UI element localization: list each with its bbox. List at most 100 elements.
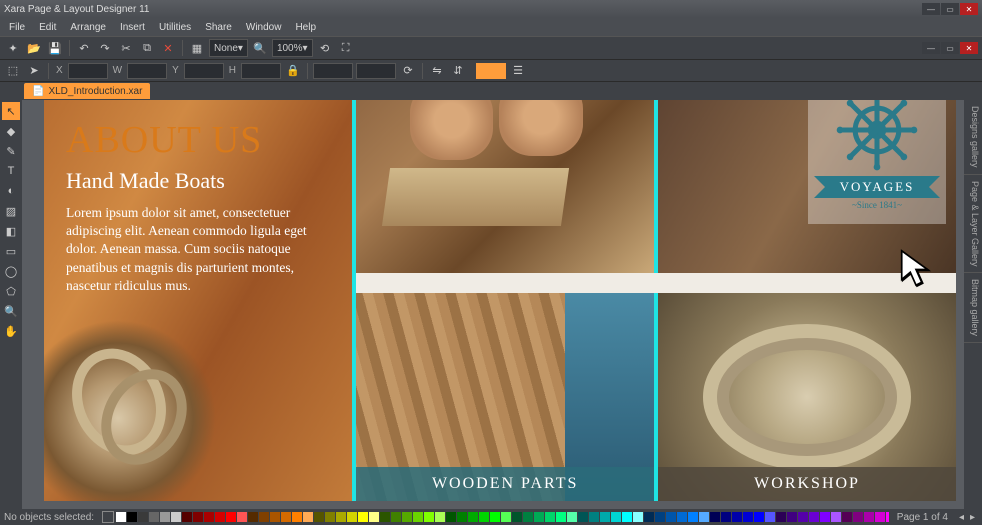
color-swatch[interactable]: [369, 512, 379, 522]
color-swatch[interactable]: [446, 512, 456, 522]
color-swatch[interactable]: [545, 512, 555, 522]
fill-tool[interactable]: ◐: [2, 182, 20, 200]
color-swatch[interactable]: [303, 512, 313, 522]
color-swatch[interactable]: [149, 512, 159, 522]
snap-button[interactable]: ▦: [188, 39, 206, 57]
color-swatch[interactable]: [820, 512, 830, 522]
color-swatch[interactable]: [776, 512, 786, 522]
rectangle-tool[interactable]: ▭: [2, 242, 20, 260]
document-tab[interactable]: 📄 XLD_Introduction.xar: [24, 83, 150, 99]
page-nav-next-icon[interactable]: ▸: [967, 512, 978, 523]
undo-button[interactable]: ↶: [75, 39, 93, 57]
color-swatch[interactable]: [182, 512, 192, 522]
h-input[interactable]: [241, 63, 281, 79]
color-swatch[interactable]: [204, 512, 214, 522]
color-swatch[interactable]: [534, 512, 544, 522]
color-swatch[interactable]: [248, 512, 258, 522]
color-swatch[interactable]: [413, 512, 423, 522]
color-swatch[interactable]: [424, 512, 434, 522]
color-swatch[interactable]: [127, 512, 137, 522]
color-swatch[interactable]: [325, 512, 335, 522]
color-swatch[interactable]: [215, 512, 225, 522]
color-swatch[interactable]: [864, 512, 874, 522]
workshop-image[interactable]: VOYAGES ~Since 1841~: [658, 100, 956, 273]
cut-button[interactable]: ✂: [117, 39, 135, 57]
redo-button[interactable]: ↷: [96, 39, 114, 57]
color-swatch[interactable]: [358, 512, 368, 522]
canvas-area[interactable]: ABOUT US Hand Made Boats Lorem ipsum dol…: [22, 100, 964, 509]
lock-aspect-icon[interactable]: 🔒: [284, 62, 302, 80]
color-swatch[interactable]: [787, 512, 797, 522]
color-swatch[interactable]: [490, 512, 500, 522]
shadow-tool[interactable]: ◧: [2, 222, 20, 240]
color-swatch[interactable]: [336, 512, 346, 522]
pen-tool[interactable]: ✎: [2, 142, 20, 160]
color-swatch[interactable]: [809, 512, 819, 522]
page-layer-gallery-tab[interactable]: Page & Layer Gallery: [964, 175, 982, 274]
about-column[interactable]: ABOUT US Hand Made Boats Lorem ipsum dol…: [44, 100, 352, 501]
color-swatch[interactable]: [457, 512, 467, 522]
color-swatch[interactable]: [391, 512, 401, 522]
color-swatch[interactable]: [116, 512, 126, 522]
zoom-tool[interactable]: 🔍: [2, 302, 20, 320]
selector-tool[interactable]: ↖: [2, 102, 20, 120]
color-swatch[interactable]: [831, 512, 841, 522]
rotate-icon[interactable]: ⟳: [399, 62, 417, 80]
fill-swatch[interactable]: [476, 63, 506, 79]
color-swatch[interactable]: [237, 512, 247, 522]
transparency-tool[interactable]: ▨: [2, 202, 20, 220]
quickshape-tool[interactable]: ⬠: [2, 282, 20, 300]
color-swatch[interactable]: [138, 512, 148, 522]
bitmap-gallery-tab[interactable]: Bitmap gallery: [964, 273, 982, 343]
color-swatch[interactable]: [402, 512, 412, 522]
color-swatch[interactable]: [435, 512, 445, 522]
menu-file[interactable]: File: [4, 21, 30, 34]
zoom-prev-button[interactable]: ⟲: [316, 39, 334, 57]
designs-gallery-tab[interactable]: Designs gallery: [964, 100, 982, 175]
color-swatch[interactable]: [270, 512, 280, 522]
align-icon[interactable]: ☰: [509, 62, 527, 80]
menu-help[interactable]: Help: [290, 21, 321, 34]
color-swatch[interactable]: [589, 512, 599, 522]
window-maximize-button[interactable]: ▭: [941, 3, 959, 15]
color-swatch[interactable]: [798, 512, 808, 522]
color-swatch[interactable]: [732, 512, 742, 522]
color-swatch[interactable]: [193, 512, 203, 522]
color-swatch[interactable]: [842, 512, 852, 522]
color-swatch[interactable]: [655, 512, 665, 522]
color-swatch[interactable]: [314, 512, 324, 522]
doc-maximize-button[interactable]: ▭: [941, 42, 959, 54]
color-swatch[interactable]: [743, 512, 753, 522]
zoom-tool-button[interactable]: 🔍: [251, 39, 269, 57]
color-swatch[interactable]: [622, 512, 632, 522]
color-swatch[interactable]: [501, 512, 511, 522]
color-swatch[interactable]: [699, 512, 709, 522]
push-tool[interactable]: ✋: [2, 322, 20, 340]
y-input[interactable]: [184, 63, 224, 79]
style-dropdown[interactable]: None ▾: [209, 39, 248, 57]
color-swatch[interactable]: [281, 512, 291, 522]
color-swatch[interactable]: [578, 512, 588, 522]
color-swatch[interactable]: [721, 512, 731, 522]
menu-utilities[interactable]: Utilities: [154, 21, 196, 34]
zoom-fit-button[interactable]: ⛶: [337, 39, 355, 57]
shape-tool[interactable]: ◆: [2, 122, 20, 140]
copy-button[interactable]: ⧉: [138, 39, 156, 57]
color-swatch[interactable]: [875, 512, 885, 522]
doc-close-button[interactable]: ✕: [960, 42, 978, 54]
color-swatch[interactable]: [468, 512, 478, 522]
flip-h-icon[interactable]: ⇋: [428, 62, 446, 80]
menu-edit[interactable]: Edit: [34, 21, 61, 34]
new-button[interactable]: ✦: [4, 39, 22, 57]
scale-h-input[interactable]: [356, 63, 396, 79]
scale-w-input[interactable]: [313, 63, 353, 79]
color-swatch[interactable]: [380, 512, 390, 522]
open-button[interactable]: 📂: [25, 39, 43, 57]
color-swatch[interactable]: [688, 512, 698, 522]
woodworking-image[interactable]: [356, 100, 654, 273]
menu-arrange[interactable]: Arrange: [65, 21, 111, 34]
color-swatch[interactable]: [666, 512, 676, 522]
ellipse-tool[interactable]: ◯: [2, 262, 20, 280]
color-swatch[interactable]: [677, 512, 687, 522]
page-nav-prev-icon[interactable]: ◂: [956, 512, 967, 523]
